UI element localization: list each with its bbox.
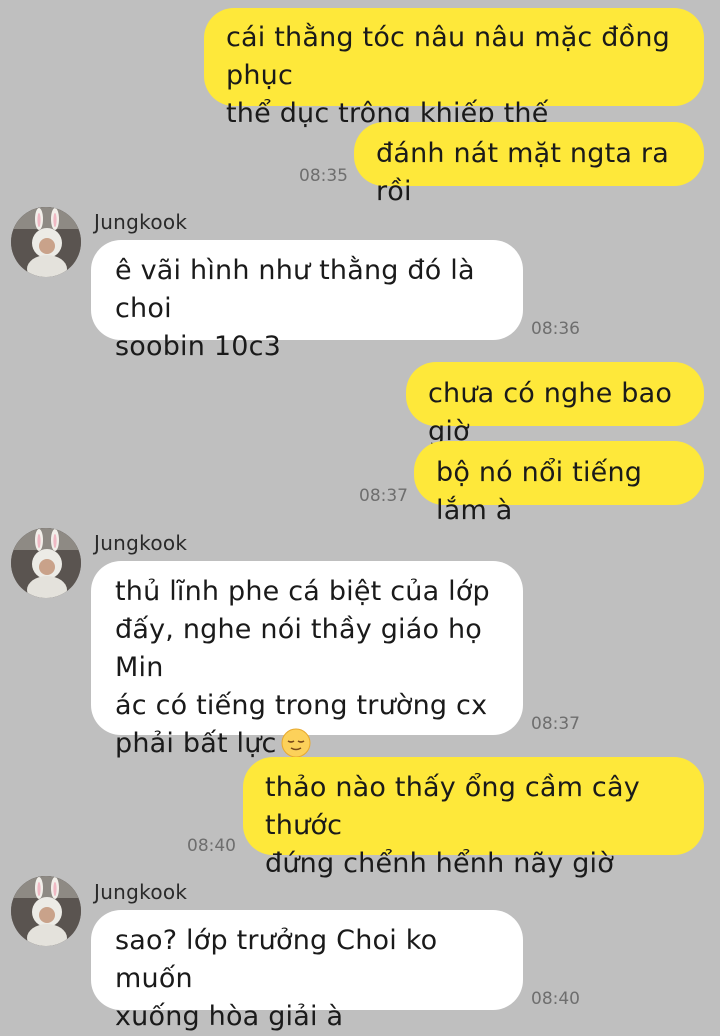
message-timestamp: 08:37 [359, 486, 408, 506]
contact-avatar[interactable] [11, 876, 81, 946]
incoming-message-bubble[interactable]: ê vãi hình như thằng đó là choi soobin 1… [91, 240, 523, 362]
incoming-message-bubble[interactable]: sao? lớp trưởng Choi ko muốn xuống hòa g… [91, 910, 523, 1032]
message-line: phải bất lực [115, 728, 277, 759]
message-timestamp: 08:40 [187, 836, 236, 856]
message-line: đánh nát mặt ngta ra rồi [376, 138, 669, 207]
outgoing-message-bubble[interactable]: bộ nó nổi tiếng lắm à [414, 441, 704, 526]
bunny-costume-avatar-icon [11, 207, 81, 277]
message-line: bộ nó nổi tiếng lắm à [436, 457, 643, 526]
message-timestamp: 08:35 [299, 166, 348, 186]
message-timestamp: 08:40 [531, 989, 580, 1009]
sender-name: Jungkook [94, 880, 188, 904]
outgoing-message-bubble[interactable]: thảo nào thấy ổng cầm cây thước đứng chể… [243, 757, 704, 879]
bunny-costume-avatar-icon [11, 876, 81, 946]
message-line: xuống hòa giải à [115, 1001, 344, 1032]
outgoing-message-bubble[interactable]: chưa có nghe bao giờ [406, 362, 704, 447]
outgoing-message-bubble[interactable]: cái thằng tóc nâu nâu mặc đồng phục thể … [204, 8, 704, 129]
outgoing-message-bubble[interactable]: đánh nát mặt ngta ra rồi [354, 122, 704, 207]
incoming-message-bubble[interactable]: thủ lĩnh phe cá biệt của lớp đấy, nghe n… [91, 561, 523, 759]
message-line: soobin 10c3 [115, 331, 282, 362]
contact-avatar[interactable] [11, 207, 81, 277]
sender-name: Jungkook [94, 210, 188, 234]
message-line: cái thằng tóc nâu nâu mặc đồng phục [226, 22, 670, 91]
message-line: sao? lớp trưởng Choi ko muốn [115, 925, 438, 994]
relieved-face-emoji [281, 728, 311, 758]
message-line: đứng chểnh hểnh nãy giờ [265, 848, 614, 879]
message-timestamp: 08:36 [531, 319, 580, 339]
message-line: thủ lĩnh phe cá biệt của lớp [115, 576, 490, 607]
contact-avatar[interactable] [11, 528, 81, 598]
message-line: ê vãi hình như thằng đó là choi [115, 255, 475, 324]
message-timestamp: 08:37 [531, 714, 580, 734]
sender-name: Jungkook [94, 531, 188, 555]
message-line: chưa có nghe bao giờ [428, 378, 673, 447]
message-line: thảo nào thấy ổng cầm cây thước [265, 772, 640, 841]
message-line: đấy, nghe nói thầy giáo họ Min [115, 614, 483, 683]
bunny-costume-avatar-icon [11, 528, 81, 598]
message-line: ác có tiếng trong trường cx [115, 690, 488, 721]
